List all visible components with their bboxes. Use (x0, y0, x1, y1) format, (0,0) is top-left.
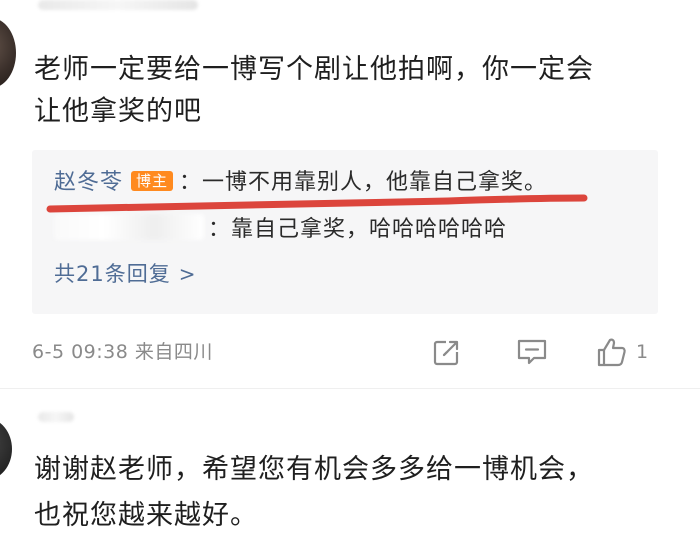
comment-thread: 老师一定要给一博写个剧让他拍啊，你一定会 让他拿奖的吧 赵冬苓 博主 ：一博不用靠别… (0, 0, 700, 549)
comment-divider (0, 388, 700, 389)
avatar[interactable] (0, 418, 12, 480)
more-replies-link[interactable]: 共21条回复 > (54, 260, 197, 288)
reply-text: ：靠自己拿奖，哈哈哈哈哈哈 (208, 217, 508, 242)
comment-button[interactable] (516, 334, 548, 370)
comment-text-line: 老师一定要给一博写个剧让他拍啊，你一定会 (34, 54, 594, 85)
avatar[interactable] (0, 18, 16, 88)
share-icon (433, 340, 459, 366)
like-count: 1 (636, 341, 649, 363)
like-button[interactable]: 1 (596, 334, 648, 370)
reply-author-name-blurred (54, 214, 204, 240)
comment-text-line: 也祝您越来越好。 (34, 500, 258, 531)
red-highlight-underline (46, 194, 588, 213)
comment-meta: 6-5 09:38 来自四川 (32, 341, 213, 363)
reply-preview-box[interactable]: 赵冬苓 博主 ：一博不用靠别人，他靠自己拿奖。 ：靠自己拿奖，哈哈哈哈哈哈 共21条… (32, 150, 658, 314)
chevron-right-icon: > (178, 262, 197, 286)
username-blurred (38, 412, 74, 422)
share-button[interactable] (432, 334, 462, 370)
comment-text-line: 让他拿奖的吧 (34, 96, 202, 127)
more-replies-label: 共21条回复 (54, 262, 171, 286)
comment-text-line: 谢谢赵老师，希望您有机会多多给一博机会， (34, 454, 594, 485)
username-blurred (38, 0, 198, 10)
comment-icon (517, 339, 547, 365)
reply-item: ：靠自己拿奖，哈哈哈哈哈哈 (54, 214, 507, 245)
thumbs-up-icon (597, 338, 626, 367)
